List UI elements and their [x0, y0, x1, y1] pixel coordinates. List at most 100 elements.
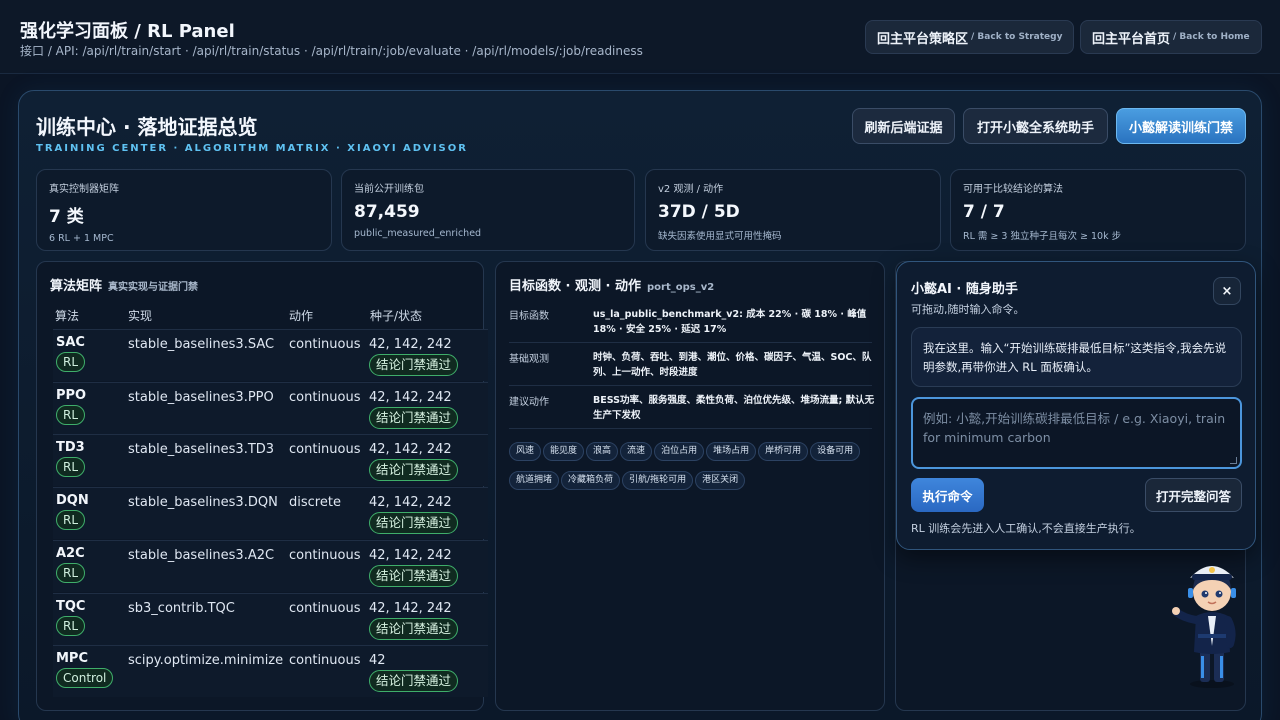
algorithm-name: TQC [56, 598, 86, 614]
refresh-evidence-button[interactable]: 刷新后端证据 [852, 108, 955, 144]
column-header: 实现 [128, 309, 153, 323]
interpret-gate-button[interactable]: 小懿解读训练门禁 [1116, 108, 1246, 144]
algorithm-type-badge: RL [56, 352, 86, 372]
column-header: 种子/状态 [370, 309, 423, 323]
factor-chip: 能见度 [543, 442, 585, 461]
back-to-strategy-button[interactable]: 回主平台策略区 / Back to Strategy [865, 20, 1075, 54]
algorithm-seeds: 42 [369, 653, 386, 669]
algorithm-matrix-title: 算法矩阵 真实实现与证据门禁 [50, 275, 198, 294]
observation-key: 基础观测 [509, 354, 549, 365]
page-title: 强化学习面板 / RL Panel [20, 21, 235, 42]
objective-key: 目标函数 [509, 311, 549, 322]
factor-chips: 风速 能见度 浪高 流速 泊位占用 堆场占用 岸桥可用 设备可用航道拥堵 冷藏箱负荷 引航/拖轮可… [509, 438, 879, 496]
algorithm-name: DQN [56, 493, 89, 509]
gate-status-badge: 结论门禁通过 [369, 617, 459, 640]
algorithm-seeds: 42, 142, 242 [369, 495, 452, 511]
assistant-footer: RL 训练会先进入人工确认,不会直接生产执行。 [911, 522, 1141, 535]
panel-title: 训练中心 · 落地证据总览 [36, 115, 258, 139]
run-command-button[interactable]: 执行命令 [911, 478, 984, 512]
algorithm-seeds: 42, 142, 242 [369, 442, 452, 458]
algorithm-action-type: discrete [289, 495, 341, 511]
stat-label: 当前公开训练包 [354, 184, 424, 195]
open-full-qa-button[interactable]: 打开完整问答 [1145, 478, 1242, 512]
factor-chip: 引航/拖轮可用 [622, 471, 694, 490]
algorithm-matrix-heading: 算法矩阵 [50, 279, 103, 294]
algorithm-type-badge: Control [56, 668, 114, 689]
gate-status-badge: 结论门禁通过 [369, 564, 459, 587]
algorithm-seeds: 42, 142, 242 [369, 337, 452, 352]
gate-status-badge: 结论门禁通过 [369, 459, 459, 482]
algorithm-name: SAC [56, 335, 85, 350]
stat-value: 87,459 [354, 202, 420, 222]
algorithm-implementation: stable_baselines3.SAC [128, 337, 275, 352]
objective-card: 目标函数 · 观测 · 动作 port_ops_v2 目标函数 us_la_pub… [495, 261, 885, 711]
gate-status-badge: 结论门禁通过 [369, 406, 459, 429]
algorithm-action-type: continuous [289, 442, 361, 458]
factor-chip: 航道拥堵 [509, 471, 560, 490]
gate-status-badge: 结论门禁通过 [369, 354, 459, 376]
table-row: A2C RL stable_baselines3.A2C continuous 42, … [53, 539, 488, 592]
resize-handle-icon[interactable] [1230, 457, 1237, 464]
stat-label: 可用于比较结论的算法 [963, 184, 1063, 195]
factor-chip: 冷藏箱负荷 [561, 471, 621, 490]
objective-heading: 目标函数 · 观测 · 动作 [509, 279, 641, 294]
factor-chip: 港区关闭 [695, 471, 746, 490]
table-row: MPC Control scipy.optimize.minimize continu… [53, 645, 488, 698]
open-assistant-button[interactable]: 打开小懿全系统助手 [963, 108, 1108, 144]
stat-card-obs-action: v2 观测 / 动作 37D / 5D 缺失因素使用显式可用性掩码 [645, 169, 941, 251]
algorithm-implementation: sb3_contrib.TQC [128, 600, 235, 616]
algorithm-seeds: 42, 142, 242 [369, 389, 452, 405]
api-endpoints: 接口 / API: /api/rl/train/start · /api/rl/… [20, 44, 643, 58]
algorithm-name: PPO [56, 387, 87, 403]
top-bar: 强化学习面板 / RL Panel 接口 / API: /api/rl/trai… [0, 0, 1280, 74]
column-header: 动作 [289, 309, 314, 323]
back-to-strategy-label: 回主平台策略区 [877, 31, 969, 47]
algorithm-seeds: 42, 142, 242 [369, 600, 452, 616]
objective-title: 目标函数 · 观测 · 动作 port_ops_v2 [509, 275, 714, 294]
action-value: BESS功率、服务强度、柔性负荷、泊位优先级、堆场流量; 默认无生产下发权 [593, 395, 875, 421]
xiaoyi-assistant-panel[interactable]: 小懿AI · 随身助手 可拖动,随时输入命令。 × 我在这里。输入“开始训练碳排… [896, 261, 1256, 550]
stat-note: public_measured_enriched [354, 228, 482, 239]
algorithm-action-type: continuous [289, 389, 361, 405]
algorithm-action-type: continuous [289, 600, 361, 616]
objective-value: us_la_public_benchmark_v2: 成本 22% · 碳 18… [593, 309, 867, 335]
algorithm-action-type: continuous [289, 653, 361, 669]
close-icon[interactable]: × [1213, 277, 1241, 305]
stat-value: 37D / 5D [658, 202, 740, 222]
algorithm-name: TD3 [56, 440, 85, 456]
assistant-title: 小懿AI · 随身助手 [911, 282, 1018, 297]
algorithm-name: MPC [56, 651, 89, 667]
factor-chip: 堆场占用 [706, 442, 757, 461]
algorithm-type-badge: RL [56, 615, 86, 636]
back-to-home-button[interactable]: 回主平台首页 / Back to Home [1080, 20, 1262, 54]
algorithm-type-badge: RL [56, 457, 86, 478]
stat-card-comparable: 可用于比较结论的算法 7 / 7 RL 需 ≥ 3 独立种子且每次 ≥ 10k … [950, 169, 1246, 251]
algorithm-implementation: stable_baselines3.DQN [128, 495, 278, 511]
stat-value: 7 类 [49, 207, 84, 227]
factor-chip: 流速 [620, 442, 653, 461]
mascot-avatar[interactable] [1170, 556, 1250, 690]
algorithm-seeds: 42, 142, 242 [369, 547, 452, 563]
assistant-subtitle: 可拖动,随时输入命令。 [911, 303, 1025, 316]
algorithm-type-badge: RL [56, 510, 86, 531]
algorithm-type-badge: RL [56, 562, 86, 583]
assistant-message: 我在这里。输入“开始训练碳排最低目标”这类指令,我会先说明参数,再带你进入 RL… [911, 327, 1242, 387]
stat-note: RL 需 ≥ 3 独立种子且每次 ≥ 10k 步 [963, 231, 1122, 242]
column-header: 算法 [55, 309, 80, 323]
back-to-home-en-label: / Back to Home [1173, 32, 1250, 42]
observation-row: 基础观测 时钟、负荷、吞吐、到港、潮位、价格、碳因子、气温、SOC、队列、上一动… [509, 350, 872, 386]
stat-note: 缺失因素使用显式可用性掩码 [658, 231, 782, 242]
table-row: DQN RL stable_baselines3.DQN discrete 42, 14… [53, 487, 488, 540]
command-input[interactable]: 例如: 小懿,开始训练碳排最低目标 / e.g. Xiaoyi, train f… [911, 397, 1242, 469]
algorithm-matrix-subtitle: 真实实现与证据门禁 [108, 282, 199, 293]
objective-row: 目标函数 us_la_public_benchmark_v2: 成本 22% ·… [509, 307, 872, 343]
factor-chip: 泊位占用 [654, 442, 705, 461]
algorithm-implementation: stable_baselines3.PPO [128, 389, 274, 405]
stat-value: 7 / 7 [963, 202, 1005, 222]
algorithm-type-badge: RL [56, 404, 86, 425]
algorithm-action-type: continuous [289, 547, 361, 563]
factor-chip: 岸桥可用 [758, 442, 809, 461]
table-row: SAC RL stable_baselines3.SAC continuous 42, … [53, 329, 488, 381]
algorithm-matrix-card: 算法矩阵 真实实现与证据门禁 算法 实现 动作 种子/状态 SAC RL stable… [36, 261, 488, 711]
algorithm-implementation: scipy.optimize.minimize [128, 653, 284, 669]
